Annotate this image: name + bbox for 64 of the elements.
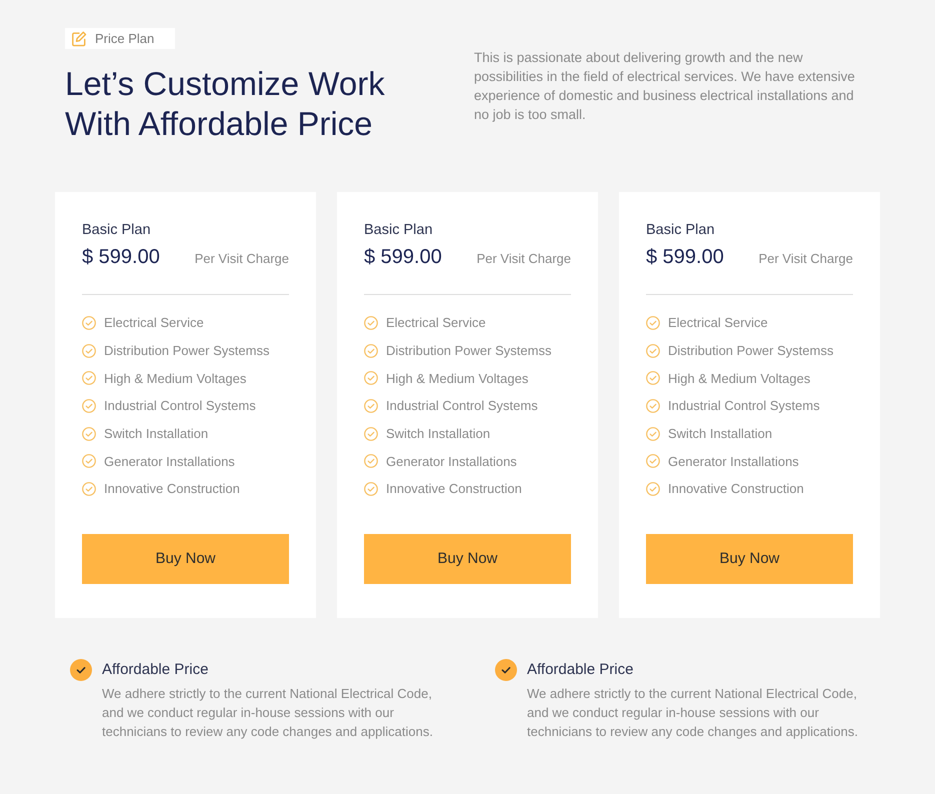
check-circle-icon — [364, 344, 378, 358]
feature-text: Industrial Control Systems — [668, 398, 820, 414]
highlight-title: Affordable Price — [527, 660, 634, 680]
plan-name: Basic Plan — [364, 222, 434, 239]
check-circle-icon — [82, 426, 96, 441]
feature-text: Distribution Power Systemss — [104, 343, 270, 358]
buy-now-button[interactable]: Buy Now — [82, 534, 289, 584]
feature-text: High & Medium Voltages — [386, 370, 528, 386]
check-circle-icon — [646, 398, 660, 413]
plan-price: $ 599.00 — [82, 246, 160, 269]
feature-text: Switch Installation — [386, 426, 490, 442]
plan-price: $ 599.00 — [646, 246, 724, 269]
highlight-title: Affordable Price — [102, 660, 210, 680]
price-note: Per Visit Charge — [758, 251, 853, 266]
feature-text: Distribution Power Systemss — [386, 343, 552, 358]
check-circle-icon — [646, 454, 660, 468]
pencil-square-icon — [71, 30, 87, 46]
feature-text: Industrial Control Systems — [386, 398, 538, 414]
check-circle-icon — [364, 316, 378, 330]
check-circle-icon — [646, 482, 660, 496]
check-circle-icon — [646, 371, 660, 386]
highlight-text: We adhere strictly to the current National Electrical Code, and we conduct regular in-house sessions with our technicians to review any code changes and applications. — [527, 685, 859, 741]
buy-now-button[interactable]: Buy Now — [646, 534, 853, 584]
check-circle-icon — [364, 482, 378, 496]
feature-text: High & Medium Voltages — [668, 370, 810, 386]
check-circle-icon — [646, 344, 660, 358]
feature-text: Distribution Power Systemss — [668, 343, 834, 358]
check-circle-icon — [646, 316, 660, 330]
check-badge-icon — [495, 659, 517, 681]
section-tag-label: Price Plan — [95, 31, 154, 46]
feature-text: Electrical Service — [668, 315, 768, 330]
check-circle-icon — [82, 344, 96, 358]
feature-text: High & Medium Voltages — [104, 370, 246, 386]
check-circle-icon — [82, 398, 96, 413]
check-badge-icon — [70, 659, 92, 681]
feature-text: Generator Installations — [668, 454, 799, 469]
feature-text: Generator Installations — [104, 454, 235, 469]
highlight-text: We adhere strictly to the current National Electrical Code, and we conduct regular in-house sessions with our technicians to review any code changes and applications. — [102, 685, 434, 741]
feature-text: Innovative Construction — [104, 481, 240, 496]
feature-text: Electrical Service — [386, 315, 486, 330]
intro-paragraph: This is passionate about delivering growth and the new possibilities in the field of electrical services. We have extensive experience of domestic and business electrical installations and no job is too small. — [474, 49, 856, 124]
feature-text: Switch Installation — [104, 426, 208, 442]
check-circle-icon — [646, 426, 660, 441]
check-circle-icon — [82, 482, 96, 496]
feature-text: Innovative Construction — [668, 481, 804, 496]
feature-text: Innovative Construction — [386, 481, 522, 496]
check-circle-icon — [364, 371, 378, 386]
section-heading: Let’s Customize Work With Affordable Price — [65, 64, 386, 144]
plan-price: $ 599.00 — [364, 246, 442, 269]
feature-text: Industrial Control Systems — [104, 398, 256, 414]
buy-now-button[interactable]: Buy Now — [364, 534, 571, 584]
check-circle-icon — [82, 316, 96, 330]
check-circle-icon — [364, 398, 378, 413]
check-circle-icon — [82, 371, 96, 386]
check-circle-icon — [364, 454, 378, 468]
check-circle-icon — [364, 426, 378, 441]
check-circle-icon — [82, 454, 96, 468]
feature-text: Switch Installation — [668, 426, 772, 442]
plan-name: Basic Plan — [646, 222, 716, 239]
feature-text: Electrical Service — [104, 315, 204, 330]
price-note: Per Visit Charge — [194, 251, 289, 266]
plan-name: Basic Plan — [82, 222, 152, 239]
price-note: Per Visit Charge — [476, 251, 571, 266]
feature-text: Generator Installations — [386, 454, 517, 469]
